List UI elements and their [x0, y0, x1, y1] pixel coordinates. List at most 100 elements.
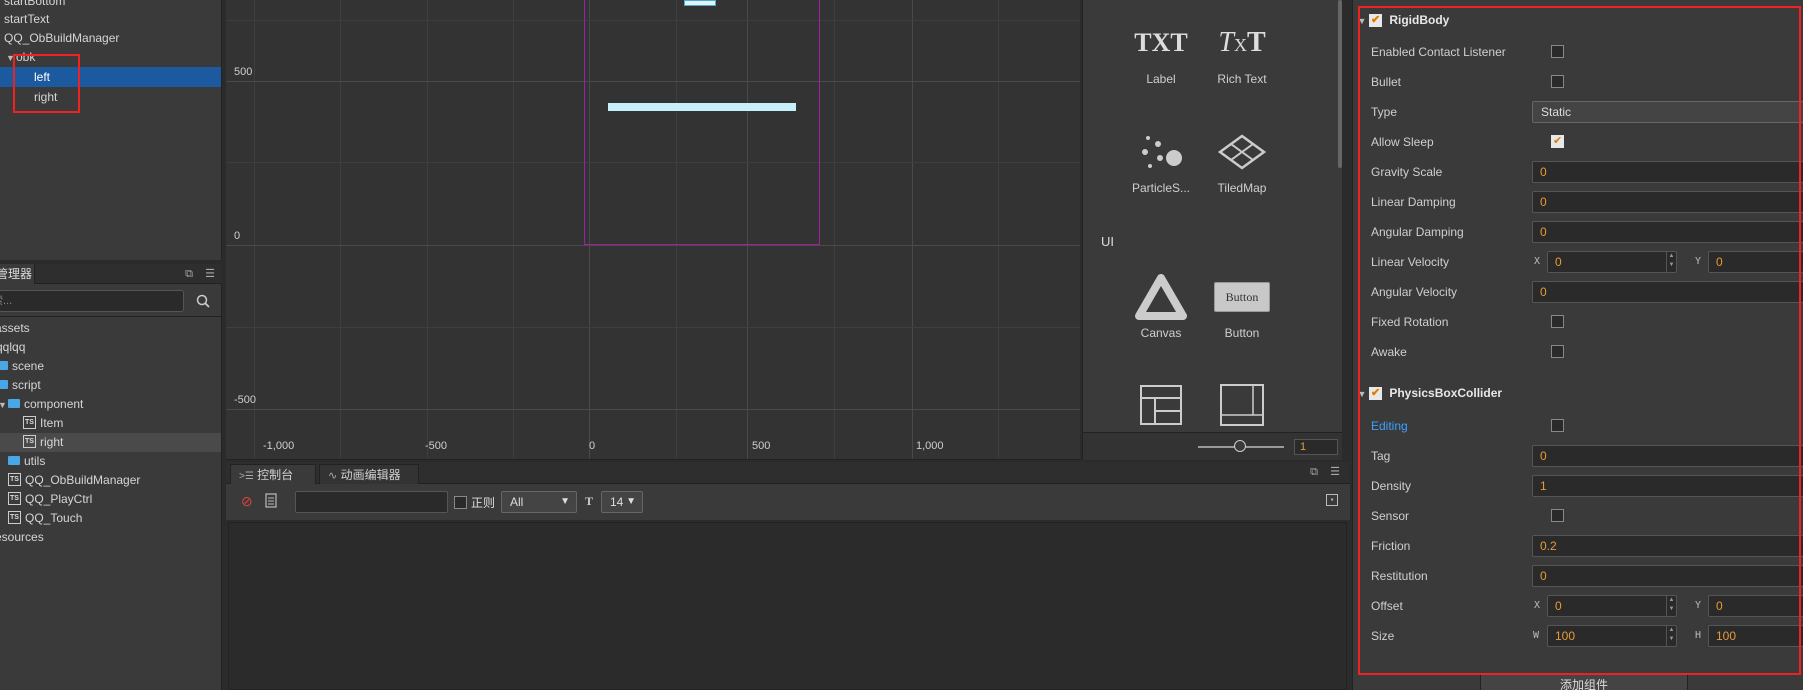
font-size-select[interactable]: 14 ▼	[601, 491, 643, 513]
asset-item[interactable]: TS Item	[23, 414, 63, 433]
angular-velocity-input[interactable]: 0	[1532, 281, 1803, 303]
hierarchy-item[interactable]: QQ_ObBuildManager	[0, 28, 221, 48]
library-item-particle-system[interactable]: ParticleS...	[1121, 123, 1201, 195]
menu-icon[interactable]: ☰	[1328, 465, 1342, 479]
prop-label: Editing	[1371, 419, 1408, 433]
offset-y-input[interactable]: 0	[1708, 595, 1803, 617]
asset-item-label: qqlqq	[0, 340, 26, 354]
library-item-text: Rich Text	[1217, 72, 1267, 86]
log-level-select[interactable]: All ▼	[501, 491, 577, 513]
library-item-tiledmap[interactable]: TiledMap	[1202, 123, 1282, 195]
tag-input[interactable]: 0	[1532, 445, 1803, 467]
typescript-file-icon: TS	[8, 473, 21, 487]
collider-enabled-checkbox[interactable]	[1369, 385, 1382, 401]
gravity-scale-input[interactable]: 0	[1532, 161, 1803, 183]
awake-checkbox[interactable]	[1551, 345, 1564, 358]
folder-icon	[0, 380, 8, 390]
asset-item[interactable]: TS QQ_PlayCtrl	[8, 490, 92, 509]
prop-angular-damping: Angular Damping	[1371, 221, 1464, 243]
tab-assets[interactable]: 资源管理器	[0, 264, 35, 284]
collapse-icon[interactable]: ▪	[1326, 494, 1338, 506]
size-h-input[interactable]: 100	[1708, 625, 1803, 647]
library-item-rich-text[interactable]: TXT Rich Text	[1202, 14, 1282, 86]
input-value: 0	[1555, 255, 1562, 269]
restitution-input[interactable]: 0	[1532, 565, 1803, 587]
zoom-slider-handle[interactable]	[1234, 440, 1246, 452]
linear-velocity-x-input[interactable]: 0 ▲ ▼	[1547, 251, 1677, 273]
asset-item[interactable]: script	[0, 376, 41, 395]
stepper-icon[interactable]: ▲ ▼	[1666, 626, 1676, 646]
prop-restitution: Restitution	[1371, 565, 1428, 587]
asset-item[interactable]: utils	[8, 452, 45, 471]
scene-node-platform[interactable]	[608, 103, 796, 111]
collapse-arrow-icon[interactable]: ▼	[1355, 381, 1369, 407]
asset-search-input[interactable]: 搜索...	[0, 290, 184, 312]
asset-item[interactable]: TS QQ_Touch	[8, 509, 82, 528]
prop-editing: Editing	[1371, 415, 1564, 437]
density-input[interactable]: 1	[1532, 475, 1803, 497]
size-w-input[interactable]: 100 ▲ ▼	[1547, 625, 1677, 647]
prop-enabled-contact-listener: Enabled Contact Listener	[1371, 41, 1564, 63]
prop-awake: Awake	[1371, 341, 1564, 363]
stepper-icon[interactable]: ▲ ▼	[1666, 252, 1676, 272]
clear-icon[interactable]: ⊘	[241, 493, 257, 509]
log-file-icon[interactable]	[264, 493, 278, 509]
scene-view[interactable]: 500 0 -500 -1,000 -500 0 500 1,000	[226, 0, 1080, 460]
library-item-button[interactable]: Button Button	[1202, 268, 1282, 340]
angular-damping-input[interactable]: 0	[1532, 221, 1803, 243]
library-item-layout[interactable]	[1121, 380, 1201, 430]
console-output[interactable]	[228, 522, 1347, 690]
allow-sleep-checkbox[interactable]	[1551, 133, 1564, 149]
sensor-checkbox[interactable]	[1551, 509, 1564, 522]
friction-input[interactable]: 0.2	[1532, 535, 1803, 557]
asset-item[interactable]: resources	[0, 528, 44, 547]
stepper-icon[interactable]: ▲ ▼	[1666, 596, 1676, 616]
offset-x-input[interactable]: 0 ▲ ▼	[1547, 595, 1677, 617]
asset-item[interactable]: TS QQ_ObBuildManager	[8, 471, 140, 490]
axis-w-label: W	[1533, 630, 1540, 641]
editing-checkbox[interactable]	[1551, 419, 1564, 432]
asset-item[interactable]: assets	[0, 319, 30, 338]
asset-item[interactable]: qqlqq	[0, 338, 25, 357]
font-size-value: 14	[610, 495, 624, 509]
regex-checkbox[interactable]	[454, 496, 467, 509]
tab-console[interactable]: >☰ 控制台	[230, 464, 316, 484]
collider-header[interactable]: ▼ PhysicsBoxCollider	[1355, 380, 1800, 406]
console-filter-input[interactable]	[295, 491, 448, 513]
search-button[interactable]	[192, 291, 214, 311]
library-item-label[interactable]: TXT Label	[1121, 14, 1201, 86]
axis-label-y: 500	[234, 66, 253, 78]
rigidbody-header[interactable]: ▼ RigidBody	[1355, 7, 1800, 33]
add-component-button[interactable]: 添加组件	[1480, 674, 1688, 690]
linear-damping-input[interactable]: 0	[1532, 191, 1803, 213]
regex-label: 正则	[471, 496, 496, 510]
library-item-scrollview[interactable]	[1202, 380, 1282, 430]
asset-item[interactable]: ▼ component	[0, 395, 83, 414]
expand-arrow-icon[interactable]: ▼	[0, 396, 8, 415]
axis-h-label: H	[1695, 630, 1702, 641]
enabled-contact-listener-checkbox[interactable]	[1551, 45, 1564, 58]
library-item-text: Canvas	[1140, 326, 1182, 340]
menu-icon[interactable]: ☰	[203, 267, 217, 281]
prop-friction: Friction	[1371, 535, 1410, 557]
scene-node[interactable]	[684, 0, 716, 6]
asset-item[interactable]: scene	[0, 357, 44, 376]
tab-animation-editor[interactable]: ∿ 动画编辑器	[319, 464, 419, 484]
library-scrollbar[interactable]	[1338, 0, 1342, 168]
asset-item-label: utils	[24, 454, 46, 468]
prop-offset: Offset	[1371, 595, 1403, 617]
asset-item-selected[interactable]: TS right	[0, 433, 221, 452]
hierarchy-item[interactable]: startText	[0, 9, 221, 29]
scrollview-icon	[1202, 380, 1282, 430]
linear-velocity-y-input[interactable]: 0	[1708, 251, 1803, 273]
library-item-canvas[interactable]: Canvas	[1121, 268, 1201, 340]
fixed-rotation-checkbox[interactable]	[1551, 315, 1564, 328]
library-item-text: TiledMap	[1217, 181, 1267, 195]
popout-icon[interactable]: ⧉	[1307, 465, 1321, 479]
popout-icon[interactable]: ⧉	[182, 267, 196, 281]
rigidbody-enabled-checkbox[interactable]	[1369, 12, 1382, 28]
collapse-arrow-icon[interactable]: ▼	[1355, 8, 1369, 34]
type-select[interactable]: Static	[1532, 101, 1803, 123]
zoom-value-input[interactable]: 1	[1294, 439, 1338, 455]
bullet-checkbox[interactable]	[1551, 75, 1564, 88]
